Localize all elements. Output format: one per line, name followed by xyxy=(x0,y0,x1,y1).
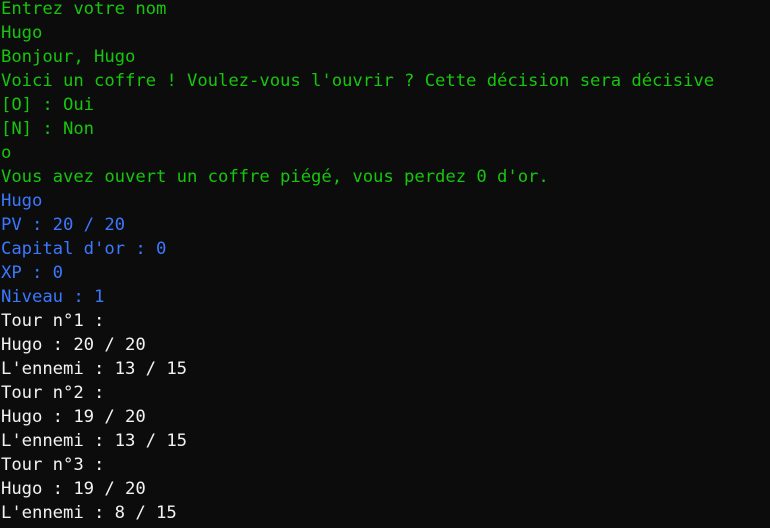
console-line-option-yes: [O] : Oui xyxy=(1,95,95,115)
console-line-turn-3: Tour n°3 : xyxy=(1,455,105,475)
console-line-option-no: [N] : Non xyxy=(1,119,95,139)
console-output: Entrez votre nom Hugo Bonjour, Hugo Voic… xyxy=(0,0,770,528)
console-line-turn-1-player: Hugo : 20 / 20 xyxy=(1,335,146,355)
console-line-turn-1-enemy: L'ennemi : 13 / 15 xyxy=(1,359,188,379)
console-line-player-name: Hugo xyxy=(1,191,43,211)
console-line-player-gold: Capital d'or : 0 xyxy=(1,239,167,259)
console-line-prompt-name: Entrez votre nom xyxy=(1,0,167,19)
console-line-turn-2: Tour n°2 : xyxy=(1,383,105,403)
console-line-input-name: Hugo xyxy=(1,23,43,43)
console-line-turn-2-enemy: L'ennemi : 13 / 15 xyxy=(1,431,188,451)
console-line-chest-question: Voici un coffre ! Voulez-vous l'ouvrir ?… xyxy=(1,71,715,91)
console-line-player-xp: XP : 0 xyxy=(1,263,64,283)
console-line-turn-3-enemy: L'ennemi : 8 / 15 xyxy=(1,503,177,523)
console-line-turn-3-player: Hugo : 19 / 20 xyxy=(1,479,146,499)
console-line-chest-result: Vous avez ouvert un coffre piégé, vous p… xyxy=(1,167,549,187)
console-line-player-level: Niveau : 1 xyxy=(1,287,105,307)
console-line-greeting: Bonjour, Hugo xyxy=(1,47,136,67)
console-line-player-hp: PV : 20 / 20 xyxy=(1,215,126,235)
console-line-input-choice: o xyxy=(1,143,12,163)
console-line-turn-2-player: Hugo : 19 / 20 xyxy=(1,407,146,427)
console-line-turn-1: Tour n°1 : xyxy=(1,311,105,331)
